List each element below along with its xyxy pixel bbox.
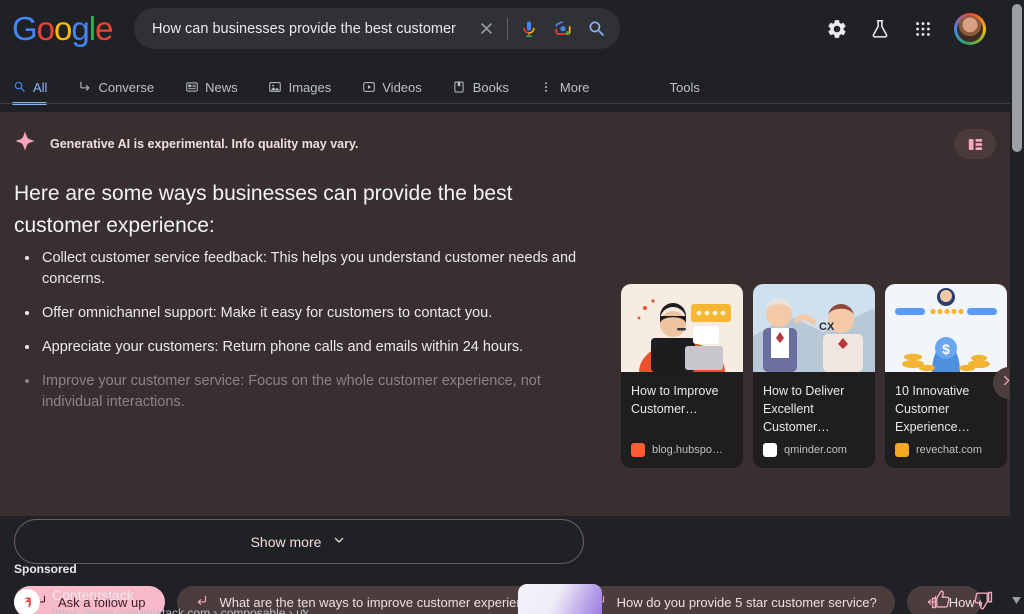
source-card[interactable]: How to Improve Customer… blog.hubspo… (621, 284, 743, 468)
clear-search-button[interactable] (469, 8, 503, 49)
tab-label: Books (472, 79, 509, 95)
header-actions (825, 13, 986, 45)
page-header: Google How can businesses provide the be… (0, 0, 1010, 105)
tab-label: More (559, 79, 590, 95)
card-source: qminder.com (753, 438, 875, 468)
sponsored-menu-button[interactable] (296, 603, 311, 614)
layout-panel-icon[interactable] (954, 129, 996, 159)
tab-images[interactable]: Images (268, 70, 346, 104)
search-tabs: All Converse News Images Videos Books Mo… (12, 70, 700, 105)
image-icon (268, 80, 283, 95)
tools-button[interactable]: Tools (670, 80, 700, 95)
card-thumbnail: $ (885, 284, 1007, 372)
tab-more[interactable]: More (539, 70, 604, 104)
list-item: Collect customer service feedback: This … (18, 248, 598, 290)
sponsored-thumbnail (518, 584, 602, 614)
search-divider (507, 17, 508, 40)
ai-answer-list: Collect customer service feedback: This … (18, 248, 598, 426)
tab-news[interactable]: News (184, 70, 252, 104)
scroll-down-arrow-icon[interactable] (1012, 591, 1021, 609)
page-scrollbar[interactable] (1010, 0, 1024, 614)
list-item: Appreciate your customers: Return phone … (18, 337, 598, 358)
search-submit-button[interactable] (580, 8, 614, 49)
ai-answer-heading: Here are some ways businesses can provid… (14, 182, 513, 237)
google-logo[interactable]: Google (12, 10, 113, 47)
logo-letter: o (54, 10, 72, 47)
list-item: Offer omnichannel support: Make it easy … (18, 303, 598, 324)
logo-letter: o (36, 10, 55, 47)
followup-chip[interactable]: How do you provide 5 star customer servi… (574, 586, 895, 614)
search-icon (12, 80, 27, 95)
logo-letter: G (12, 10, 38, 47)
book-icon (452, 80, 467, 95)
favicon (763, 443, 777, 457)
chevron-down-icon (331, 532, 347, 551)
microphone-icon[interactable] (512, 8, 546, 49)
settings-icon[interactable] (825, 17, 849, 41)
response-rating (930, 589, 994, 614)
card-thumbnail: CX (753, 284, 875, 372)
logo-letter: g (71, 10, 89, 47)
ai-disclaimer-banner: Generative AI is experimental. Info qual… (14, 130, 358, 157)
sponsored-result[interactable]: Contentstack https://www.contentstack.co… (14, 585, 309, 614)
source-card[interactable]: CX How to Deliver Excellent Customer… qm… (753, 284, 875, 468)
search-input[interactable]: How can businesses provide the best cust… (134, 21, 469, 37)
logo-letter: e (95, 10, 113, 47)
svg-text:$: $ (942, 341, 950, 357)
card-source: revechat.com (885, 438, 1007, 468)
svg-text:CX: CX (819, 321, 835, 333)
card-domain: revechat.com (916, 444, 983, 456)
source-card[interactable]: $ 10 Innovative Customer Experience… rev… (885, 284, 1007, 468)
sponsored-url: https://www.contentstack.com › composabl… (52, 606, 309, 614)
google-apps-icon[interactable] (911, 17, 935, 41)
card-thumbnail (621, 284, 743, 372)
header-divider (0, 103, 1010, 104)
favicon (631, 443, 645, 457)
favicon (895, 443, 909, 457)
tab-label: Videos (382, 79, 422, 95)
sponsored-title[interactable]: Contentstack (52, 585, 309, 605)
favicon (14, 589, 40, 614)
avatar-photo (957, 16, 983, 42)
list-item: Improve your customer service: Focus on … (18, 371, 598, 413)
search-labs-icon[interactable] (868, 17, 892, 41)
scrollbar-thumb[interactable] (1012, 4, 1022, 152)
google-sgе-search-results-page: Google How can businesses provide the be… (0, 0, 1024, 614)
tab-label: News (205, 79, 238, 95)
card-title: How to Deliver Excellent Customer… (763, 384, 845, 434)
tab-label: All (33, 79, 48, 95)
show-more-label: Show more (250, 533, 322, 550)
show-more-button[interactable]: Show more (14, 519, 584, 564)
card-title: 10 Innovative Customer Experience… (895, 384, 971, 434)
thumbs-down-icon[interactable] (972, 589, 994, 614)
avatar[interactable] (954, 13, 986, 45)
chip-label: How do you provide 5 star customer servi… (616, 594, 877, 610)
tab-converse[interactable]: Converse (77, 70, 168, 104)
tab-books[interactable]: Books (452, 70, 523, 104)
ai-disclaimer-text: Generative AI is experimental. Info qual… (50, 136, 359, 151)
news-icon (184, 80, 199, 95)
tab-videos[interactable]: Videos (361, 70, 436, 104)
sparkle-icon (14, 130, 36, 157)
google-lens-icon[interactable] (546, 8, 580, 49)
card-source: blog.hubspo… (621, 438, 743, 468)
video-icon (361, 80, 376, 95)
source-cards: How to Improve Customer… blog.hubspo… CX… (621, 284, 1007, 468)
converse-arrow-icon (77, 80, 92, 95)
card-title: How to Improve Customer… (631, 384, 719, 416)
tab-all[interactable]: All (12, 70, 61, 105)
sponsored-label: Sponsored (14, 562, 77, 576)
tab-label: Images (288, 79, 332, 95)
card-domain: qminder.com (784, 444, 847, 456)
search-box[interactable]: How can businesses provide the best cust… (134, 8, 620, 49)
generative-ai-panel: Generative AI is experimental. Info qual… (0, 112, 1019, 614)
card-domain: blog.hubspo… (652, 444, 723, 456)
thumbs-up-icon[interactable] (930, 589, 952, 614)
tab-label: Converse (98, 79, 155, 95)
more-vertical-icon (539, 80, 554, 95)
